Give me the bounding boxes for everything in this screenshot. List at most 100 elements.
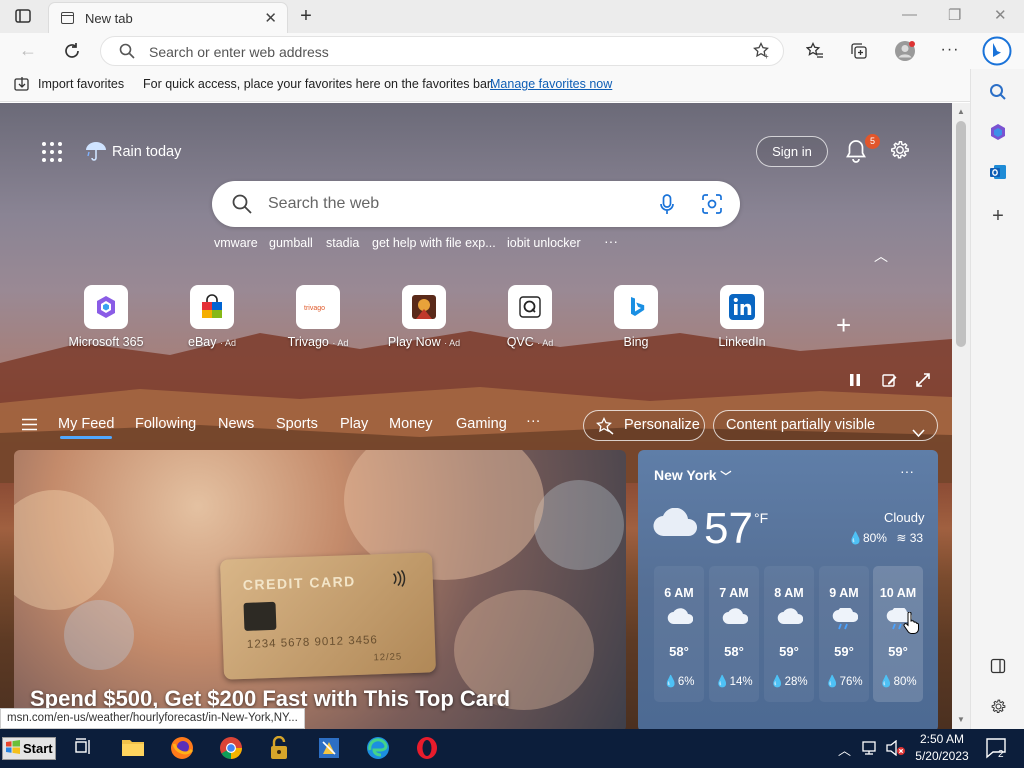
quick-link-microsoft-365[interactable]: Microsoft 365	[56, 285, 156, 349]
hourly-forecast-7am[interactable]: 7 AM 58° 💧14%	[709, 566, 759, 702]
action-center-icon[interactable]: 2	[985, 737, 1009, 764]
tab-new-tab[interactable]: New tab ✕	[48, 2, 288, 33]
scrollbar-thumb[interactable]	[956, 121, 966, 347]
add-shortcut-button[interactable]: +	[836, 310, 851, 341]
trending-search-1[interactable]: vmware	[214, 236, 258, 250]
trivago-icon: trivago	[296, 285, 340, 329]
firefox-icon[interactable]	[170, 736, 196, 762]
customize-background-icon[interactable]	[882, 373, 897, 393]
ad-tag: · Ad	[219, 338, 236, 348]
tab-play[interactable]: Play	[340, 416, 368, 432]
hour-temp: 59°	[779, 644, 799, 659]
notifications-bell-icon[interactable]	[845, 139, 867, 168]
task-view-icon[interactable]	[72, 736, 98, 762]
trending-search-2[interactable]: gumball	[269, 236, 313, 250]
close-window-button[interactable]: ✕	[994, 6, 1007, 24]
refresh-button[interactable]	[61, 40, 83, 62]
quick-link-bing[interactable]: Bing	[586, 285, 686, 349]
favorites-icon[interactable]	[805, 41, 825, 61]
system-clock[interactable]: 2:50 AM 5/20/2023	[912, 731, 972, 765]
voice-search-icon[interactable]	[660, 194, 674, 221]
sidebar-add-icon[interactable]: +	[971, 201, 1024, 231]
collections-icon[interactable]	[849, 41, 869, 61]
back-button[interactable]: ←	[18, 40, 38, 60]
hero-article-card[interactable]: CREDIT CARD 1234 5678 9012 3456 12/25 Sp…	[14, 450, 626, 729]
page-scrollbar[interactable]: ▲ ▼	[952, 103, 970, 729]
tab-gaming[interactable]: Gaming	[456, 416, 507, 432]
sidebar-settings-icon[interactable]	[971, 691, 1024, 721]
toolbar: ← Search or enter web address + ···	[0, 33, 1024, 69]
hourly-forecast-9am[interactable]: 9 AM 59° 💧76%	[819, 566, 869, 702]
quick-link-linkedin[interactable]: LinkedIn	[692, 285, 792, 349]
manage-favorites-link[interactable]: Manage favorites now	[490, 77, 612, 91]
edge-icon[interactable]	[366, 736, 392, 762]
weather-card[interactable]: New York ﹀ ··· 57 °F Cloudy 💧80% ≋ 33 6 …	[638, 450, 938, 729]
credit-card-image: CREDIT CARD 1234 5678 9012 3456 12/25	[219, 552, 437, 680]
trending-search-3[interactable]: stadia	[326, 236, 359, 250]
hourly-forecast-6am[interactable]: 6 AM 58° 💧6%	[654, 566, 704, 702]
app-icon[interactable]	[317, 736, 343, 762]
visual-search-icon[interactable]	[702, 194, 722, 219]
sidebar-office-icon[interactable]	[971, 117, 1024, 147]
add-favorite-icon[interactable]: +	[753, 41, 771, 65]
tab-bar: New tab ✕ + — ❐ ✕	[0, 0, 1024, 33]
tab-actions-icon[interactable]	[14, 8, 32, 24]
svg-text:trivago: trivago	[304, 305, 325, 312]
pause-background-icon[interactable]	[848, 373, 862, 392]
trending-more-icon[interactable]: ···	[604, 233, 618, 249]
feed-menu-icon[interactable]	[22, 418, 37, 436]
network-icon[interactable]	[862, 740, 880, 759]
sign-in-button[interactable]: Sign in	[756, 136, 828, 167]
temperature-unit[interactable]: °F	[754, 510, 768, 526]
web-search-box[interactable]: Search the web	[212, 181, 740, 227]
quick-link-qvc[interactable]: QVC · Ad	[480, 285, 580, 349]
volume-muted-icon[interactable]	[886, 739, 906, 759]
quick-link-label: Play Now	[387, 335, 441, 349]
scroll-up-icon[interactable]: ▲	[957, 107, 965, 116]
opera-icon[interactable]	[415, 736, 441, 762]
sidebar-hide-icon[interactable]	[971, 651, 1024, 681]
collapse-chevron-up-icon[interactable]: ︿	[874, 246, 888, 266]
weather-city[interactable]: New York ﹀	[654, 467, 731, 484]
restore-button[interactable]: ❐	[948, 6, 961, 24]
quick-link-trivago[interactable]: trivago Trivago · Ad	[268, 285, 368, 349]
more-menu-icon[interactable]: ···	[940, 39, 960, 61]
content-visibility-dropdown[interactable]: Content partially visible	[713, 410, 938, 441]
show-hidden-icons-chevron-up-icon[interactable]: ︿	[838, 740, 851, 759]
bokeh-light	[14, 490, 114, 610]
weather-more-icon[interactable]: ···	[900, 463, 914, 479]
page-settings-icon[interactable]	[889, 139, 911, 166]
lock-app-icon[interactable]	[268, 735, 294, 762]
address-bar[interactable]: Search or enter web address +	[100, 36, 784, 66]
hourly-forecast-8am[interactable]: 8 AM 59° 💧28%	[764, 566, 814, 702]
new-tab-button[interactable]: +	[296, 5, 316, 27]
weather-summary[interactable]: Rain today	[84, 138, 181, 166]
sidebar-outlook-icon[interactable]	[971, 157, 1024, 187]
tab-my-feed[interactable]: My Feed	[58, 416, 114, 439]
expand-icon[interactable]	[916, 373, 930, 392]
personalize-button[interactable]: Personalize	[583, 410, 705, 441]
quick-link-ebay[interactable]: eBay · Ad	[162, 285, 262, 349]
close-tab-icon[interactable]: ✕	[264, 9, 277, 27]
import-favorites-icon[interactable]	[14, 76, 31, 96]
trending-search-5[interactable]: iobit unlocker	[507, 236, 581, 250]
tab-money[interactable]: Money	[389, 416, 433, 432]
tab-following[interactable]: Following	[135, 416, 196, 432]
hour-time: 7 AM	[719, 586, 749, 600]
wind-icon: ≋	[896, 531, 907, 545]
chrome-icon[interactable]	[219, 736, 245, 762]
scroll-down-icon[interactable]: ▼	[957, 715, 965, 724]
feed-more-icon[interactable]: ···	[526, 413, 541, 429]
bing-copilot-button[interactable]	[981, 35, 1013, 67]
file-explorer-icon[interactable]	[121, 736, 147, 762]
minimize-button[interactable]: —	[902, 6, 917, 23]
trending-search-4[interactable]: get help with file exp...	[372, 236, 496, 250]
tab-news[interactable]: News	[218, 416, 254, 432]
sidebar-search-icon[interactable]	[971, 77, 1024, 107]
apps-launcher-icon[interactable]	[42, 142, 62, 162]
start-button[interactable]: Start	[2, 737, 56, 760]
quick-link-play-now[interactable]: Play Now · Ad	[374, 285, 474, 349]
profile-avatar[interactable]	[893, 39, 917, 63]
import-favorites-link[interactable]: Import favorites	[38, 77, 124, 91]
tab-sports[interactable]: Sports	[276, 416, 318, 432]
